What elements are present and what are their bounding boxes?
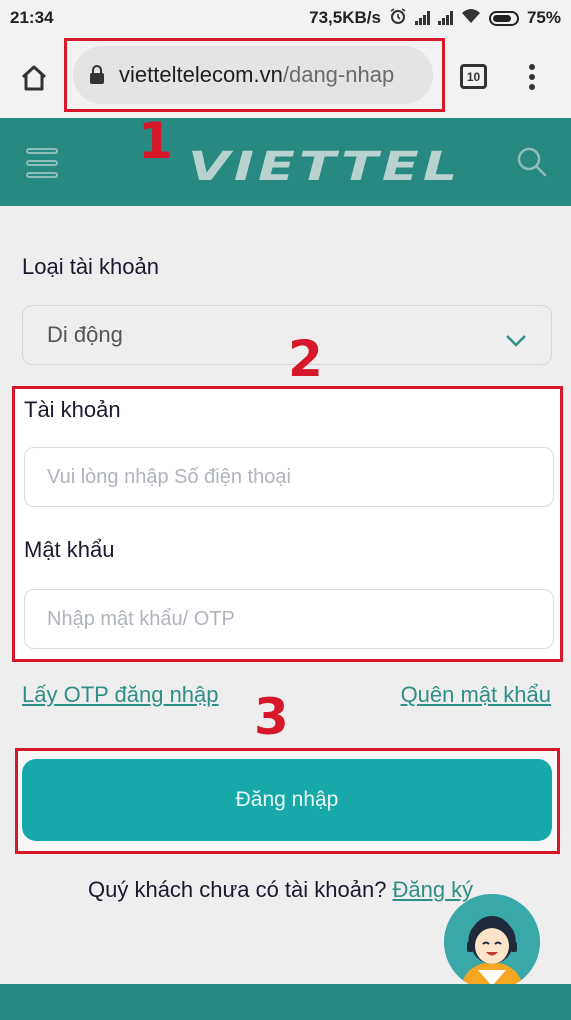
annotation-step-1: 1	[138, 112, 173, 170]
address-bar[interactable]: vietteltelecom.vn/dang-nhap	[73, 46, 433, 104]
site-header: VIETTEL	[0, 118, 571, 206]
forgot-password-link[interactable]: Quên mật khẩu	[401, 682, 551, 708]
annotation-step-3: 3	[254, 688, 289, 746]
battery-icon	[488, 10, 519, 26]
status-bar: 21:34 73,5KB/s 75%	[0, 0, 571, 36]
register-prompt: Quý khách chưa có tài khoản? Đăng ký	[88, 877, 473, 903]
password-label: Mật khẩu	[24, 537, 115, 562]
url-host: vietteltelecom.vn	[119, 62, 283, 87]
register-link[interactable]: Đăng ký	[392, 877, 473, 902]
account-type-select[interactable]: Di động	[22, 305, 552, 365]
url-path: /dang-nhap	[282, 62, 395, 87]
hamburger-menu-icon[interactable]	[26, 148, 58, 178]
login-button[interactable]: Đăng nhập	[22, 759, 552, 841]
account-label: Tài khoản	[24, 397, 121, 422]
password-input[interactable]	[24, 589, 554, 649]
get-otp-link[interactable]: Lấy OTP đăng nhập	[22, 682, 219, 708]
register-prompt-text: Quý khách chưa có tài khoản?	[88, 877, 387, 902]
annotation-step-2: 2	[288, 330, 323, 388]
signal-icon-2	[437, 11, 453, 25]
search-icon[interactable]	[516, 146, 548, 183]
support-avatar-icon[interactable]	[444, 894, 540, 990]
wifi-icon	[461, 8, 481, 29]
browser-toolbar: vietteltelecom.vn/dang-nhap 10	[0, 36, 571, 118]
home-icon[interactable]	[14, 58, 54, 98]
chevron-down-icon	[505, 328, 527, 354]
credentials-annotation-box: Tài khoản Mật khẩu	[12, 386, 563, 662]
account-type-value: Di động	[47, 322, 123, 347]
site-footer	[0, 984, 571, 1020]
signal-icon-1	[414, 11, 430, 25]
battery-percent: 75%	[526, 8, 561, 27]
more-vert-icon[interactable]	[524, 62, 540, 92]
status-right: 73,5KB/s 75%	[309, 7, 561, 30]
account-type-label: Loại tài khoản	[22, 254, 159, 279]
network-speed: 73,5KB/s	[309, 8, 381, 27]
alarm-icon	[389, 7, 407, 30]
tabs-icon[interactable]: 10	[460, 64, 487, 89]
viettel-logo[interactable]: VIETTEL	[188, 144, 461, 190]
status-time: 21:34	[10, 8, 54, 27]
lock-icon	[89, 65, 105, 85]
account-input[interactable]	[24, 447, 554, 507]
